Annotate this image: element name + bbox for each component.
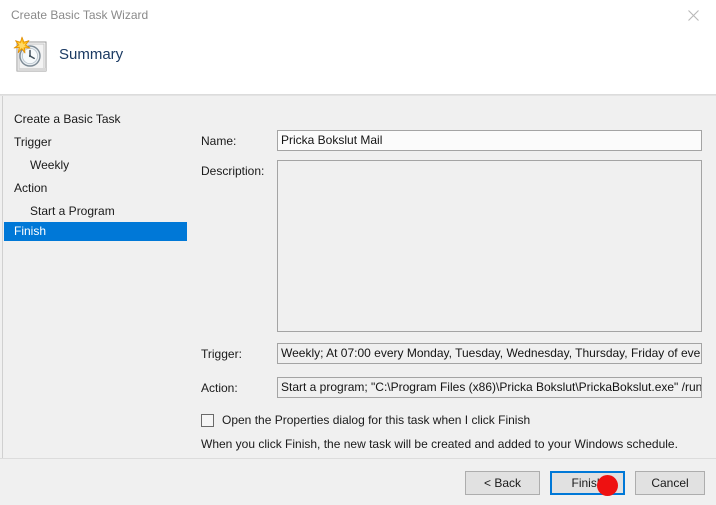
nav-item-trigger[interactable]: Trigger (4, 133, 187, 152)
click-marker (597, 475, 618, 496)
open-properties-checkbox[interactable] (201, 413, 214, 427)
back-button[interactable]: < Back (465, 471, 540, 495)
nav-item-finish[interactable]: Finish (4, 222, 187, 241)
action-label: Action: (201, 381, 238, 395)
page-title: Summary (59, 46, 124, 63)
task-scheduler-clock-icon (10, 35, 52, 77)
description-label: Description: (201, 164, 265, 178)
name-input[interactable]: Pricka Bokslut Mail (277, 130, 702, 151)
finish-note-text: When you click Finish, the new task will… (201, 437, 678, 451)
nav-item-start-a-program[interactable]: Start a Program (4, 202, 187, 221)
trigger-value-field[interactable]: Weekly; At 07:00 every Monday, Tuesday, … (277, 343, 702, 364)
nav-item-action[interactable]: Action (4, 179, 187, 198)
close-button[interactable] (670, 0, 716, 30)
description-textarea[interactable] (277, 160, 702, 332)
name-label: Name: (201, 134, 237, 148)
trigger-label: Trigger: (201, 347, 242, 361)
window-title: Create Basic Task Wizard (11, 8, 149, 22)
wizard-step-nav: Create a Basic Task Trigger Weekly Actio… (2, 96, 192, 459)
open-properties-checkbox-label: Open the Properties dialog for this task… (222, 413, 531, 427)
title-bar: Create Basic Task Wizard (0, 0, 716, 30)
wizard-header: Summary (0, 30, 716, 95)
action-value-field[interactable]: Start a program; "C:\Program Files (x86)… (277, 377, 702, 398)
open-properties-checkbox-row[interactable]: Open the Properties dialog for this task… (201, 413, 530, 427)
cancel-button[interactable]: Cancel (635, 471, 705, 495)
nav-item-weekly[interactable]: Weekly (4, 156, 187, 175)
close-icon (687, 9, 699, 21)
create-basic-task-wizard-window: Create Basic Task Wizard Summary Create … (0, 0, 716, 505)
nav-item-create-a-basic-task[interactable]: Create a Basic Task (4, 110, 187, 129)
